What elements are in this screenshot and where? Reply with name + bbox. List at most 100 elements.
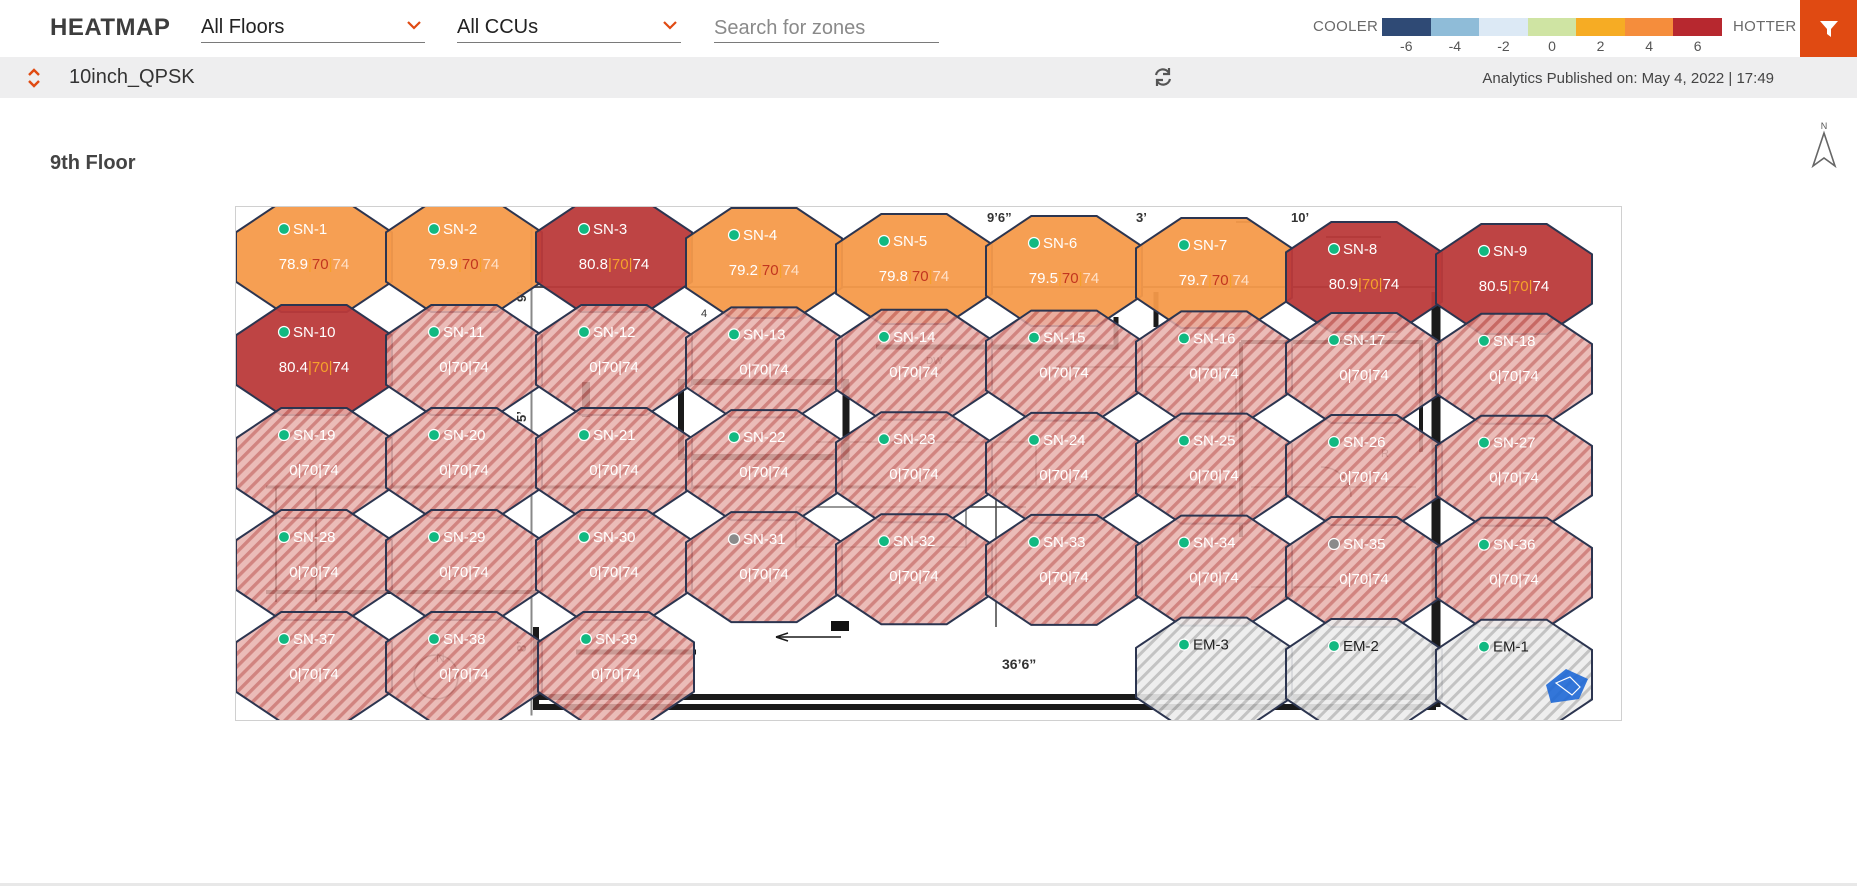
zone-readings: 79.7|70|74 bbox=[1179, 272, 1249, 289]
floor-title: 9th Floor bbox=[50, 152, 136, 174]
zone-status-dot bbox=[577, 222, 591, 236]
zone-status-dot bbox=[1477, 334, 1491, 347]
zone-sn-36[interactable]: SN-36 0|70|74 bbox=[1435, 516, 1593, 629]
zone-name: SN-24 bbox=[1043, 432, 1086, 449]
zone-sn-21[interactable]: SN-21 0|70|74 bbox=[535, 407, 693, 519]
zone-sn-17[interactable]: SN-17 0|70|74 bbox=[1285, 312, 1443, 424]
zone-sn-37[interactable]: SN-37 0|70|74 bbox=[235, 611, 393, 723]
zone-sn-20[interactable]: SN-20 0|70|74 bbox=[385, 407, 543, 519]
zone-em-3[interactable]: EM-3 bbox=[1135, 616, 1293, 729]
zone-sn-4[interactable]: SN-4 79.2|70|74 bbox=[685, 207, 843, 319]
zone-name: SN-29 bbox=[443, 529, 486, 546]
zone-shape[interactable] bbox=[1135, 616, 1293, 729]
zone-name: SN-32 bbox=[893, 533, 936, 550]
zone-status-dot bbox=[877, 330, 891, 343]
zone-sn-33[interactable]: SN-33 0|70|74 bbox=[985, 513, 1143, 626]
zone-name: SN-34 bbox=[1193, 535, 1236, 552]
legend-swatch bbox=[1624, 18, 1674, 36]
zone-sn-5[interactable]: SN-5 79.8|70|74 bbox=[835, 213, 993, 325]
zone-sn-25[interactable]: SN-25 0|70|74 bbox=[1135, 412, 1293, 525]
zone-status-dot bbox=[877, 535, 891, 548]
zone-name: SN-10 bbox=[293, 324, 336, 341]
zone-sn-18[interactable]: SN-18 0|70|74 bbox=[1435, 312, 1593, 425]
zone-sn-13[interactable]: SN-13 0|70|74 bbox=[685, 306, 843, 419]
zone-name: SN-38 bbox=[443, 631, 486, 648]
zone-em-2[interactable]: EM-2 bbox=[1285, 618, 1443, 730]
dimension-label: 36’6” bbox=[1002, 656, 1036, 672]
zone-em-1[interactable]: EM-1 bbox=[1435, 618, 1593, 731]
zone-sn-22[interactable]: SN-22 0|70|74 bbox=[685, 409, 843, 522]
zone-sn-39[interactable]: SN-39 0|70|74 bbox=[537, 611, 695, 723]
zone-sn-32[interactable]: SN-32 0|70|74 bbox=[835, 513, 993, 626]
zone-sn-11[interactable]: SN-11 0|70|74 bbox=[385, 304, 543, 416]
zone-sn-23[interactable]: SN-23 0|70|74 bbox=[835, 411, 993, 524]
legend-swatch bbox=[1576, 18, 1625, 36]
zone-sn-35[interactable]: SN-35 0|70|74 bbox=[1285, 516, 1443, 628]
zone-readings: 0|70|74 bbox=[439, 666, 489, 683]
legend-ticks: -6 -4 -2 0 2 4 6 bbox=[1382, 38, 1722, 54]
zone-status-dot bbox=[1327, 242, 1341, 256]
zone-sn-12[interactable]: SN-12 0|70|74 bbox=[535, 304, 693, 416]
zone-sn-1[interactable]: SN-1 78.9|70|74 bbox=[235, 201, 393, 313]
zone-readings: 0|70|74 bbox=[289, 462, 339, 479]
legend-hotter-label: HOTTER bbox=[1733, 18, 1797, 35]
zone-sn-14[interactable]: SN-14 0|70|74 bbox=[835, 308, 993, 421]
ccu-select[interactable]: All CCUs bbox=[457, 14, 681, 43]
zone-readings: 0|70|74 bbox=[1039, 569, 1089, 586]
zone-sn-3[interactable]: SN-3 80.8|70|74 bbox=[535, 201, 693, 313]
zone-readings: 79.5|70|74 bbox=[1029, 270, 1099, 287]
chevron-down-icon bbox=[407, 21, 421, 30]
legend-tick: 0 bbox=[1548, 38, 1556, 54]
zone-sn-28[interactable]: SN-28 0|70|74 bbox=[235, 509, 393, 621]
zone-sn-27[interactable]: SN-27 0|70|74 bbox=[1435, 414, 1593, 527]
expand-collapse-icon[interactable] bbox=[26, 66, 42, 90]
zone-status-dot bbox=[727, 533, 741, 546]
zone-sn-2[interactable]: SN-2 79.9|70|74 bbox=[385, 201, 543, 313]
dimension-label: 9’6” bbox=[987, 210, 1012, 225]
zone-status-dot bbox=[1327, 537, 1341, 551]
zone-readings: 0|70|74 bbox=[289, 564, 339, 581]
zone-status-dot bbox=[277, 325, 291, 339]
zone-status-dot bbox=[427, 632, 441, 646]
zone-readings: 0|70|74 bbox=[1339, 469, 1389, 486]
refresh-icon[interactable] bbox=[1152, 66, 1174, 88]
zone-name: SN-39 bbox=[595, 631, 638, 648]
zone-sn-10[interactable]: SN-10 80.4|70|74 bbox=[235, 304, 393, 416]
zone-name: SN-9 bbox=[1493, 243, 1527, 260]
zone-sn-34[interactable]: SN-34 0|70|74 bbox=[1135, 514, 1293, 627]
zone-status-dot bbox=[427, 325, 441, 339]
zone-name: SN-8 bbox=[1343, 241, 1377, 258]
zone-shape[interactable] bbox=[1435, 618, 1593, 731]
legend-tick: -4 bbox=[1448, 38, 1462, 54]
zone-sn-26[interactable]: SN-26 0|70|74 bbox=[1285, 414, 1443, 526]
filter-button[interactable] bbox=[1800, 0, 1857, 57]
zone-sn-6[interactable]: SN-6 79.5|70|74 bbox=[985, 215, 1143, 327]
ccu-select-value: All CCUs bbox=[457, 16, 539, 38]
zone-sn-31[interactable]: SN-31 0|70|74 bbox=[685, 511, 843, 624]
zone-search-input[interactable] bbox=[714, 14, 939, 43]
zone-readings: 0|70|74 bbox=[1189, 570, 1239, 587]
zone-shape[interactable] bbox=[1285, 618, 1443, 730]
published-timestamp: Analytics Published on: May 4, 2022 | 17… bbox=[1482, 70, 1774, 87]
zone-readings: 79.8|70|74 bbox=[879, 268, 949, 285]
zone-name: SN-18 bbox=[1493, 333, 1536, 350]
zone-name: SN-1 bbox=[293, 221, 327, 238]
floor-select[interactable]: All Floors bbox=[201, 14, 425, 43]
zone-sn-19[interactable]: SN-19 0|70|74 bbox=[235, 407, 393, 519]
zone-readings: 0|70|74 bbox=[889, 364, 939, 381]
zone-status-dot bbox=[1027, 535, 1041, 548]
zone-readings: 0|70|74 bbox=[1339, 367, 1389, 384]
zone-name: SN-27 bbox=[1493, 435, 1536, 452]
zone-sn-16[interactable]: SN-16 0|70|74 bbox=[1135, 310, 1293, 423]
zone-status-dot bbox=[427, 428, 441, 442]
zone-status-dot bbox=[577, 428, 591, 442]
zone-name: SN-20 bbox=[443, 427, 486, 444]
zone-sn-15[interactable]: SN-15 0|70|74 bbox=[985, 309, 1143, 422]
zone-sn-24[interactable]: SN-24 0|70|74 bbox=[985, 411, 1143, 524]
north-arrow-icon: N bbox=[1811, 121, 1837, 169]
legend-swatch bbox=[1527, 18, 1577, 36]
zone-readings: 80.8|70|74 bbox=[579, 256, 649, 273]
zone-sn-29[interactable]: SN-29 0|70|74 bbox=[385, 509, 543, 621]
zone-sn-38[interactable]: SN-38 0|70|74 bbox=[385, 611, 543, 723]
zone-sn-30[interactable]: SN-30 0|70|74 bbox=[535, 509, 693, 621]
